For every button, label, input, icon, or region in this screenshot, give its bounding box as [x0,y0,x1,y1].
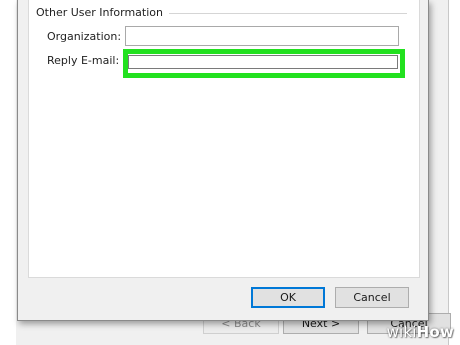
organization-input[interactable] [125,26,399,46]
watermark-how: How [416,323,454,341]
settings-dialog: Other User Information Organization: Rep… [17,0,429,321]
dialog-content-panel: Other User Information Organization: Rep… [28,0,420,278]
organization-label: Organization: [47,30,122,43]
wizard-right-edge [448,0,460,345]
group-title: Other User Information [36,6,167,19]
watermark-wiki: wiki [386,323,417,341]
reply-email-input[interactable] [128,55,398,69]
wikihow-watermark: wikiHow [387,323,454,341]
reply-email-label: Reply E-mail: [47,54,120,67]
ok-button[interactable]: OK [251,287,325,308]
group-separator [169,13,407,14]
wizard-left-strip [0,0,16,345]
cancel-button[interactable]: Cancel [335,287,409,308]
